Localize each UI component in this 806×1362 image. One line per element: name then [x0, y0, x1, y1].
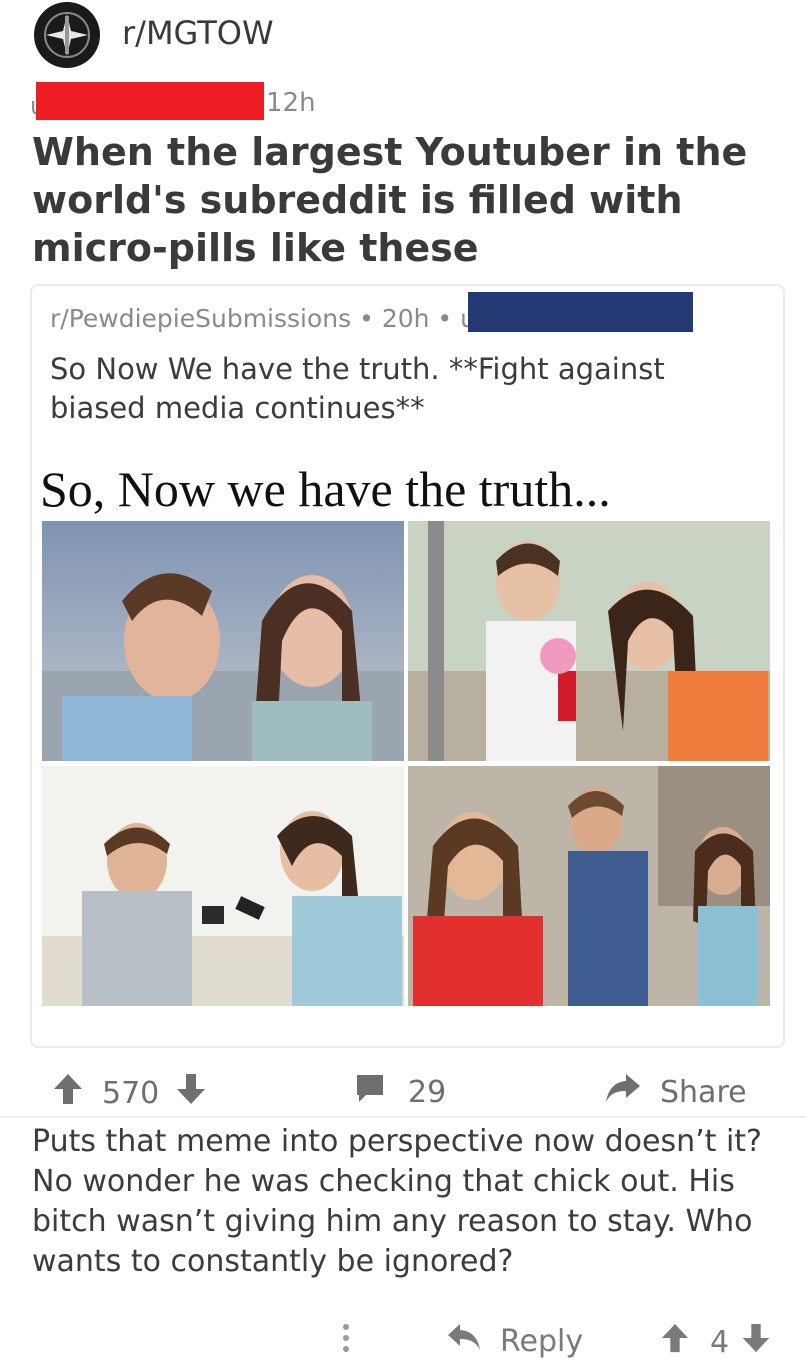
meta-separator: •	[437, 304, 461, 333]
subreddit-avatar-icon[interactable]	[34, 2, 100, 68]
reply-label: Reply	[500, 1323, 584, 1359]
comment-score: 4	[710, 1324, 730, 1360]
meta-separator: •	[359, 304, 382, 333]
crosspost-title[interactable]: So Now We have the truth. **Fight agains…	[50, 350, 750, 428]
meme-caption: So, Now we have the truth...	[40, 461, 611, 517]
downvote-icon[interactable]	[175, 1072, 207, 1114]
more-options-button[interactable]	[340, 1322, 352, 1362]
post-age: 12h	[266, 88, 316, 118]
redaction-bar	[468, 292, 693, 332]
meme-image-panel-flowers-ignored[interactable]	[408, 521, 770, 761]
downvote-icon[interactable]	[741, 1322, 771, 1362]
crosspost-subreddit[interactable]: r/PewdiepieSubmissions	[50, 304, 351, 333]
comment-count: 29	[408, 1074, 447, 1110]
crosspost-meta: r/PewdiepieSubmissions • 20h • u	[50, 304, 476, 333]
reply-button[interactable]: Reply	[446, 1322, 583, 1360]
upvote-icon[interactable]	[52, 1072, 84, 1114]
upvote-icon[interactable]	[660, 1322, 690, 1362]
comment-vote-bar: 4	[660, 1322, 771, 1362]
reply-icon	[446, 1322, 482, 1360]
post-vote-bar: 570	[52, 1072, 207, 1114]
comment-icon	[354, 1072, 386, 1112]
share-icon	[604, 1072, 642, 1112]
more-icon	[340, 1322, 352, 1362]
crosspost-age: 20h	[381, 304, 430, 333]
redaction-bar	[36, 82, 264, 120]
meme-image-panel-ring-ignored[interactable]	[42, 766, 404, 1006]
divider	[0, 1116, 806, 1118]
comment-body: Puts that meme into perspective now does…	[32, 1124, 762, 1279]
share-label: Share	[660, 1074, 747, 1110]
post-score: 570	[102, 1075, 160, 1111]
share-button[interactable]: Share	[604, 1072, 747, 1112]
subreddit-name[interactable]: r/MGTOW	[122, 14, 274, 52]
post-title[interactable]: When the largest Youtuber in the world's…	[32, 128, 772, 272]
meme-image-panel-kiss-rejected[interactable]	[42, 521, 404, 761]
comments-button[interactable]: 29	[354, 1072, 446, 1112]
meme-image-panel-distracted-boyfriend[interactable]	[408, 766, 770, 1006]
